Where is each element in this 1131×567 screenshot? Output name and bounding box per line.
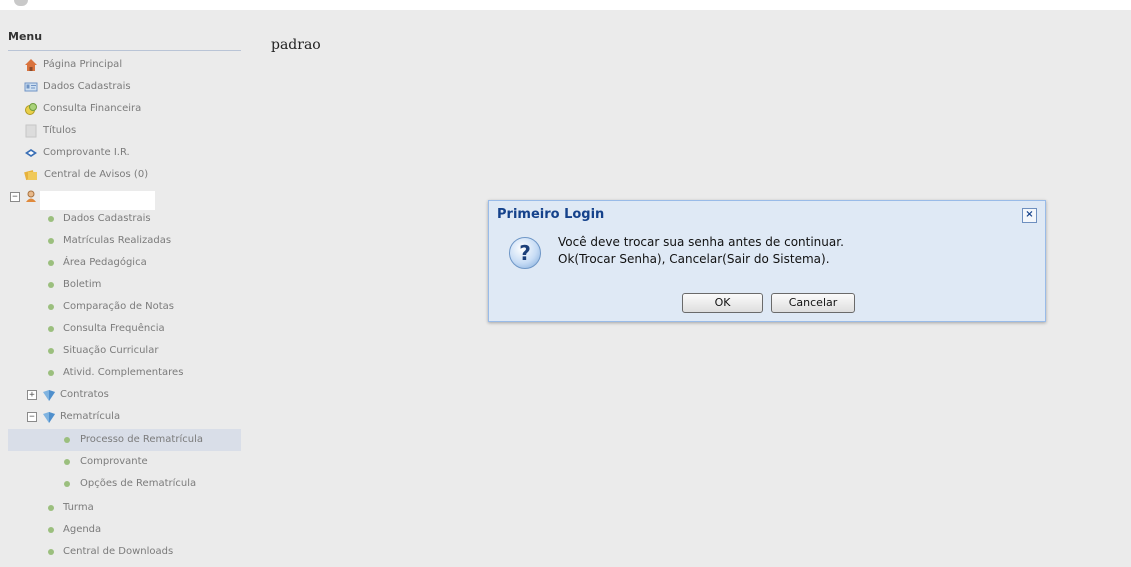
bullet-icon xyxy=(48,505,54,511)
bullet-icon xyxy=(48,370,54,376)
top-strip xyxy=(0,0,1131,10)
user-name-box xyxy=(40,191,155,210)
question-icon: ? xyxy=(509,237,541,269)
ok-button[interactable]: OK xyxy=(682,293,763,313)
logo-icon xyxy=(14,0,28,6)
bullet-icon xyxy=(48,216,54,222)
bullet-icon xyxy=(64,481,70,487)
notice-icon xyxy=(24,168,38,182)
bullet-icon xyxy=(48,238,54,244)
expand-contratos-toggle[interactable]: + xyxy=(27,390,37,400)
bullet-icon xyxy=(48,527,54,533)
bullet-icon xyxy=(48,549,54,555)
bullet-icon xyxy=(48,260,54,266)
cancel-button[interactable]: Cancelar xyxy=(771,293,855,313)
menu-title: Menu xyxy=(8,30,241,51)
first-login-dialog: Primeiro Login × ? Você deve trocar sua … xyxy=(488,200,1046,322)
bullet-icon xyxy=(48,348,54,354)
book-icon xyxy=(42,388,56,402)
collapse-user-toggle[interactable]: − xyxy=(10,192,20,202)
bullet-icon xyxy=(64,437,70,443)
money-icon xyxy=(24,102,38,116)
dialog-message-line1: Você deve trocar sua senha antes de cont… xyxy=(558,235,844,249)
bullet-icon xyxy=(64,459,70,465)
book-icon xyxy=(42,410,56,424)
tax-receipt-icon xyxy=(24,146,38,160)
dialog-message-line2: Ok(Trocar Senha), Cancelar(Sair do Siste… xyxy=(558,252,830,266)
app-stage: Menu Página Principal Dados Cadastrais C… xyxy=(0,10,1131,567)
bullet-icon xyxy=(48,282,54,288)
bullet-icon xyxy=(48,304,54,310)
dialog-title: Primeiro Login xyxy=(497,207,605,222)
user-icon xyxy=(24,189,38,203)
sidebar: Menu Página Principal Dados Cadastrais C… xyxy=(0,10,241,567)
close-icon[interactable]: × xyxy=(1022,208,1037,223)
page-label: padrao xyxy=(271,37,321,53)
bullet-icon xyxy=(48,326,54,332)
home-icon xyxy=(24,58,38,72)
collapse-rematricula-toggle[interactable]: − xyxy=(27,412,37,422)
document-icon xyxy=(24,124,38,138)
id-card-icon xyxy=(24,80,38,94)
